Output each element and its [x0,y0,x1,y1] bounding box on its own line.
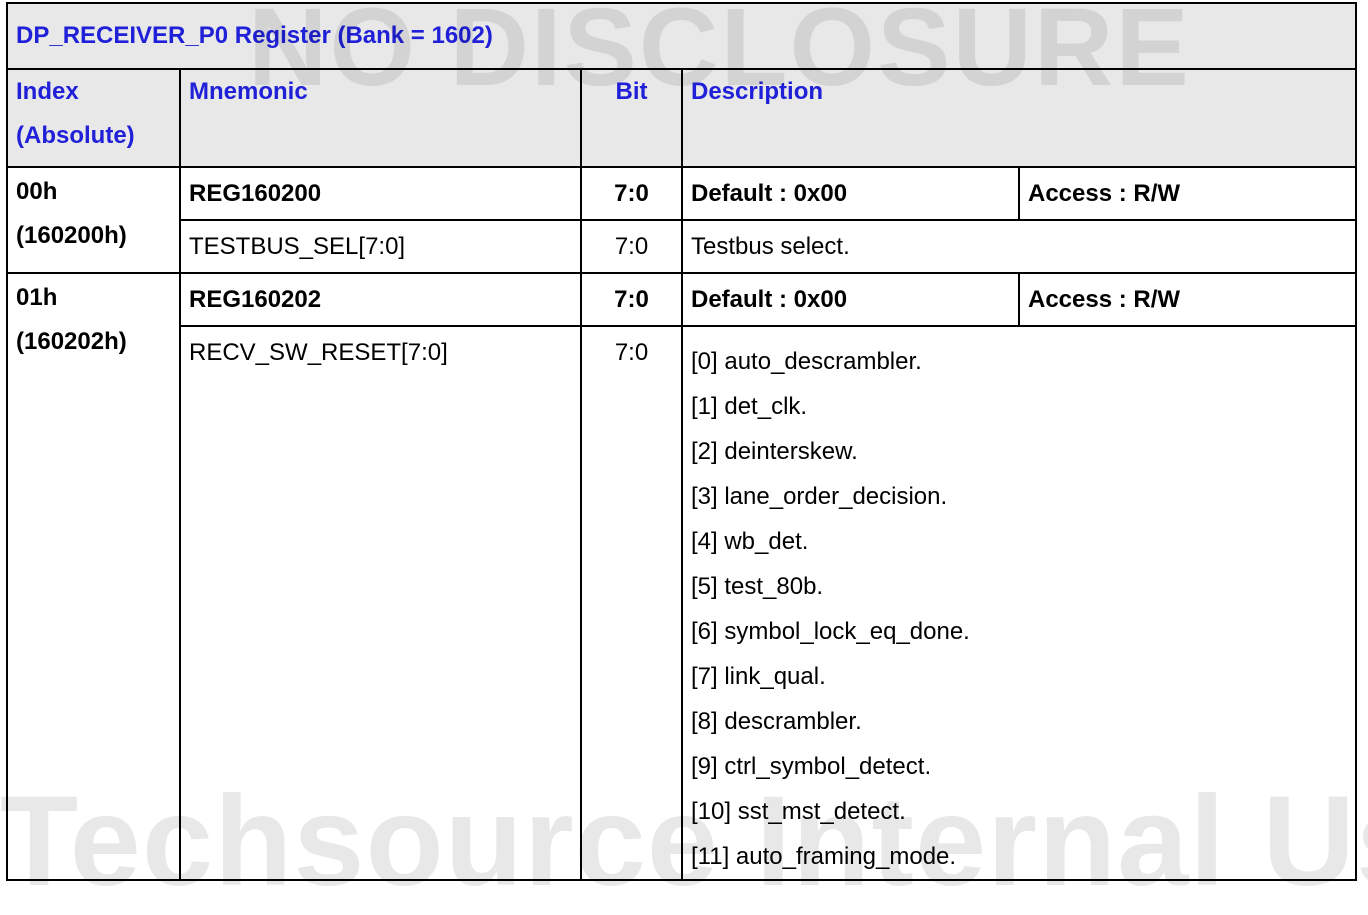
register-access: Access : R/W [1017,166,1358,221]
register-document: DP_RECEIVER_P0 Register (Bank = 1602) In… [0,0,1368,913]
register-index: 00h (160200h) [6,166,181,274]
register-name: REG160202 [179,272,582,327]
bit-description: [3] lane_order_decision. [691,483,948,510]
field-description-list: [0] auto_descrambler. [1] det_clk. [2] d… [680,325,1358,881]
bit-description: [4] wb_det. [691,528,809,555]
bit-description: [6] symbol_lock_eq_done. [691,618,970,645]
register-table: DP_RECEIVER_P0 Register (Bank = 1602) In… [5,2,1358,881]
register-absolute-value: (160202h) [16,328,127,355]
register-default: Default : 0x00 [681,272,1020,327]
register-index: 01h (160202h) [6,272,181,881]
register-index-value: 01h [16,284,58,311]
register-row: 01h (160202h) REG160202 7:0 Default : 0x… [6,272,1358,881]
header-index-line1: Index [16,78,79,105]
register-row: 00h (160200h) REG160200 7:0 Default : 0x… [6,166,1358,274]
register-index-value: 00h [16,178,58,205]
field-description: Testbus select. [680,219,1358,274]
field-row: TESTBUS_SEL[7:0] 7:0 Testbus select. [7,219,1358,274]
field-bits: 7:0 [580,325,683,881]
bit-description: [0] auto_descrambler. [691,348,922,375]
register-access: Access : R/W [1017,272,1358,327]
header-description: Description [680,68,1358,168]
field-name: TESTBUS_SEL[7:0] [179,219,582,274]
bit-description: [5] test_80b. [691,573,824,600]
field-bits: 7:0 [580,219,683,274]
bit-description: [11] auto_framing_mode. [691,843,957,870]
header-bit: Bit [580,68,683,168]
bit-description: [10] sst_mst_detect. [691,798,906,825]
header-index-line2: (Absolute) [16,122,135,149]
field-name: RECV_SW_RESET[7:0] [179,325,582,881]
bit-description: [9] ctrl_symbol_detect. [691,753,932,780]
bit-description: [7] link_qual. [691,663,826,690]
header-index: Index (Absolute) [6,68,181,168]
bit-description: [1] det_clk. [691,393,808,420]
field-row: RECV_SW_RESET[7:0] 7:0 [0] auto_descramb… [7,325,1358,881]
register-bits: 7:0 [580,272,683,327]
header-mnemonic: Mnemonic [179,68,582,168]
register-absolute-value: (160200h) [16,222,127,249]
register-bits: 7:0 [580,166,683,221]
register-name: REG160200 [179,166,582,221]
bit-description: [2] deinterskew. [691,438,858,465]
bit-description: [8] descrambler. [691,708,862,735]
register-default: Default : 0x00 [681,166,1020,221]
table-title: DP_RECEIVER_P0 Register (Bank = 1602) [5,2,1358,70]
